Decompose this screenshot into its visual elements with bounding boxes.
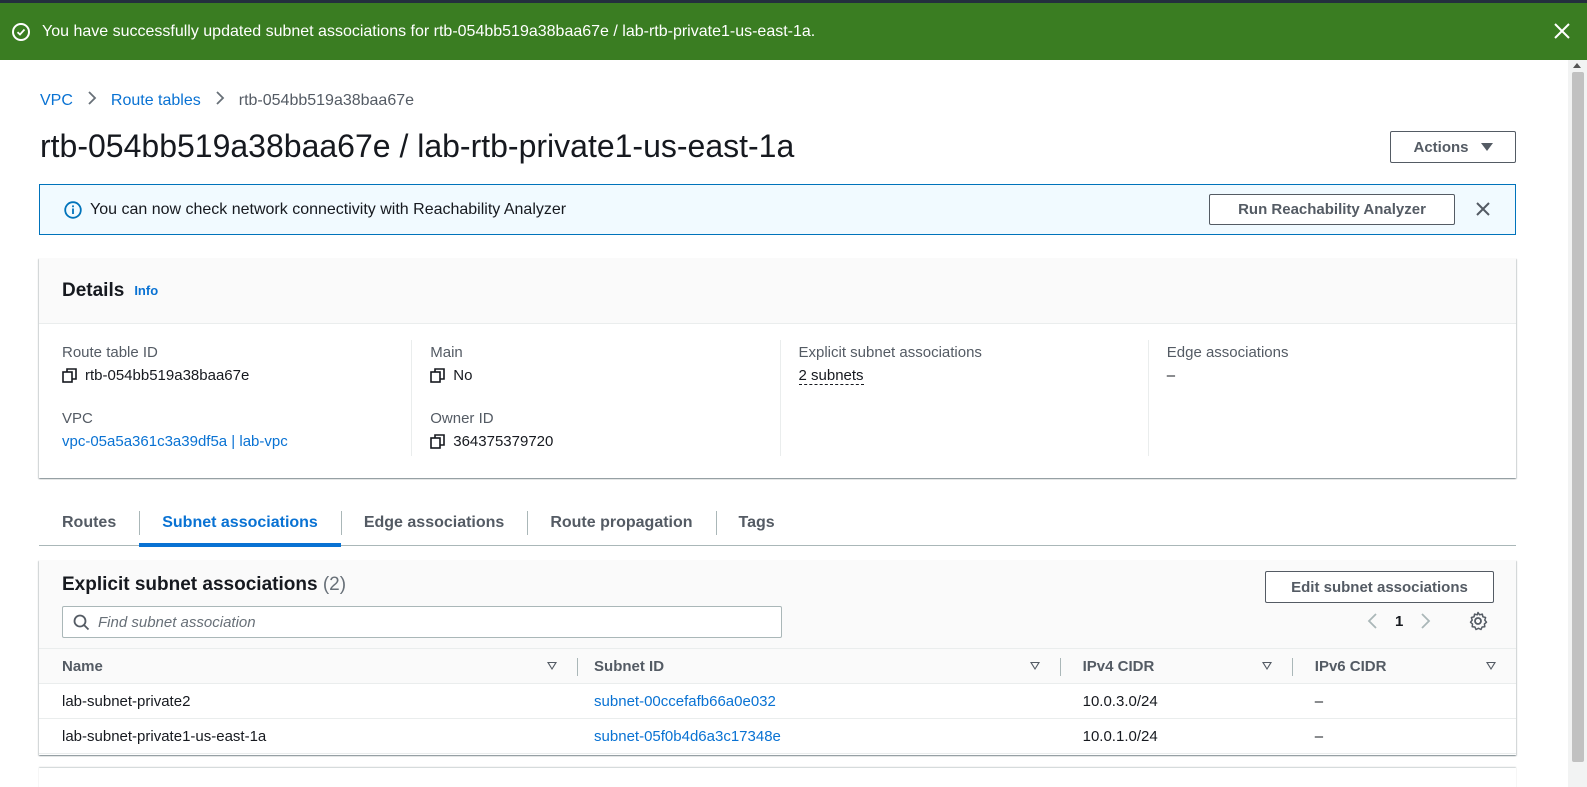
column-header-subnet-id[interactable]: Subnet ID [577,648,1060,684]
run-reachability-analyzer-button[interactable]: Run Reachability Analyzer [1209,194,1455,225]
sort-icon[interactable] [1029,662,1040,670]
flash-message: You have successfully updated subnet ass… [42,22,816,40]
tab-routes[interactable]: Routes [39,501,139,546]
breadcrumb-vpc[interactable]: VPC [40,92,73,110]
tab-subnet-associations[interactable]: Subnet associations [139,501,341,547]
details-col-1: Route table ID rtb-054bb519a38baa67e VPC… [39,340,411,456]
breadcrumb: VPC Route tables rtb-054bb519a38baa67e [40,91,414,110]
breadcrumb-route-tables[interactable]: Route tables [111,92,201,110]
search-field [62,606,782,638]
alert-text: You can now check network connectivity w… [90,200,567,218]
success-check-icon [12,22,30,41]
vpc-link[interactable]: vpc-05a5a361c3a39df5a | lab-vpc [62,433,288,450]
tab-tags[interactable]: Tags [715,501,798,546]
page-scrollbar[interactable] [1568,60,1587,787]
page-title: rtb-054bb519a38baa67e / lab-rtb-private1… [40,128,795,164]
associations-heading-text: Explicit subnet associations [62,574,318,595]
success-flash-banner: You have successfully updated subnet ass… [0,3,1587,60]
main-content: VPC Route tables rtb-054bb519a38baa67e r… [0,60,1568,787]
next-panel-edge [39,768,1516,787]
cell-ipv4-cidr: 10.0.1.0/24 [1059,718,1292,754]
close-alert-icon[interactable] [1475,201,1491,217]
breadcrumb-current: rtb-054bb519a38baa67e [238,91,415,109]
explicit-associations-value: 2 subnets [798,367,1148,385]
actions-label: Actions [1413,138,1469,156]
cell-ipv4-cidr: 10.0.3.0/24 [1059,683,1292,719]
previous-page-icon[interactable] [1365,612,1381,630]
chevron-right-icon [215,91,225,110]
search-icon [73,614,90,630]
tab-edge-associations[interactable]: Edge associations [340,501,528,546]
tab-bar: Routes Subnet associations Edge associat… [39,501,1516,547]
cell-ipv6-cidr: – [1291,683,1516,719]
column-header-ipv6-cidr[interactable]: IPv6 CIDR [1291,648,1516,684]
find-subnet-association-input[interactable] [98,613,758,631]
details-col-3: Explicit subnet associations 2 subnets [779,340,1148,456]
cell-subnet-id: subnet-00ccefafb66a0e032 [577,683,1060,719]
next-page-icon[interactable] [1417,612,1433,630]
cell-name: lab-subnet-private1-us-east-1a [39,718,578,754]
details-panel: Details Info Route table ID rtb-054bb519… [39,258,1516,478]
details-columns: Route table ID rtb-054bb519a38baa67e VPC… [39,340,1516,456]
sort-icon[interactable] [547,662,558,670]
scroll-up-arrow-icon[interactable] [1573,63,1581,68]
copy-icon[interactable] [430,434,446,449]
copy-icon[interactable] [430,368,446,383]
tab-route-propagation[interactable]: Route propagation [527,501,715,546]
details-header: Details Info [39,258,1516,324]
table-header-row: Name Subnet ID IPv4 CIDR IPv6 CIDR [39,648,1516,684]
subnet-id-link[interactable]: subnet-05f0b4d6a3c17348e [594,728,781,745]
subnet-associations-table: Name Subnet ID IPv4 CIDR IPv6 CIDR lab-s… [39,648,1516,754]
copy-icon[interactable] [62,368,77,383]
actions-button[interactable]: Actions [1390,131,1516,163]
scrollbar-thumb[interactable] [1572,72,1584,762]
owner-id-value: 364375379720 [430,433,779,450]
sort-icon[interactable] [1261,662,1272,670]
gear-icon[interactable] [1468,611,1488,631]
route-table-id-label: Route table ID [62,344,158,361]
associations-count: (2) [322,574,347,595]
chevron-right-icon [87,91,97,110]
details-col-4: Edge associations – [1147,340,1516,456]
column-header-name[interactable]: Name [39,648,578,684]
cell-subnet-id: subnet-05f0b4d6a3c17348e [577,718,1060,754]
explicit-associations-label: Explicit subnet associations [798,344,982,361]
cell-name: lab-subnet-private2 [39,683,578,719]
info-icon [64,200,82,219]
sort-icon[interactable] [1486,662,1496,670]
column-header-ipv4-cidr[interactable]: IPv4 CIDR [1059,648,1292,684]
owner-id-text: 364375379720 [453,433,554,450]
edge-associations-label: Edge associations [1166,344,1289,361]
table-row: lab-subnet-private2 subnet-00ccefafb66a0… [39,683,1516,719]
details-col-2: Main No Owner ID 364375379720 [411,340,779,456]
caret-down-icon [1480,143,1493,151]
cell-ipv6-cidr: – [1291,718,1516,754]
explicit-associations-popover[interactable]: 2 subnets [798,367,864,385]
vpc-value: vpc-05a5a361c3a39df5a | lab-vpc [62,433,411,450]
explicit-subnet-associations-panel: Explicit subnet associations (2) Edit su… [39,560,1516,755]
route-table-id-text: rtb-054bb519a38baa67e [85,367,250,384]
dismiss-flash-close-icon[interactable] [1553,22,1571,40]
main-label: Main [430,344,463,361]
edge-associations-value: – [1166,367,1176,384]
owner-id-label: Owner ID [430,410,494,427]
table-row: lab-subnet-private1-us-east-1a subnet-05… [39,718,1516,754]
associations-header: Explicit subnet associations (2) Edit su… [39,560,1516,648]
page-number[interactable]: 1 [1395,613,1403,630]
pagination: 1 [1365,612,1433,630]
edit-subnet-associations-button[interactable]: Edit subnet associations [1265,571,1494,603]
route-table-id-value: rtb-054bb519a38baa67e [62,367,411,384]
info-link[interactable]: Info [134,283,158,298]
associations-heading: Explicit subnet associations (2) [62,574,346,596]
main-value: No [430,367,779,384]
subnet-id-link[interactable]: subnet-00ccefafb66a0e032 [594,693,776,710]
vpc-label: VPC [62,410,93,427]
details-heading: Details [62,279,125,301]
main-value-text: No [453,367,473,384]
